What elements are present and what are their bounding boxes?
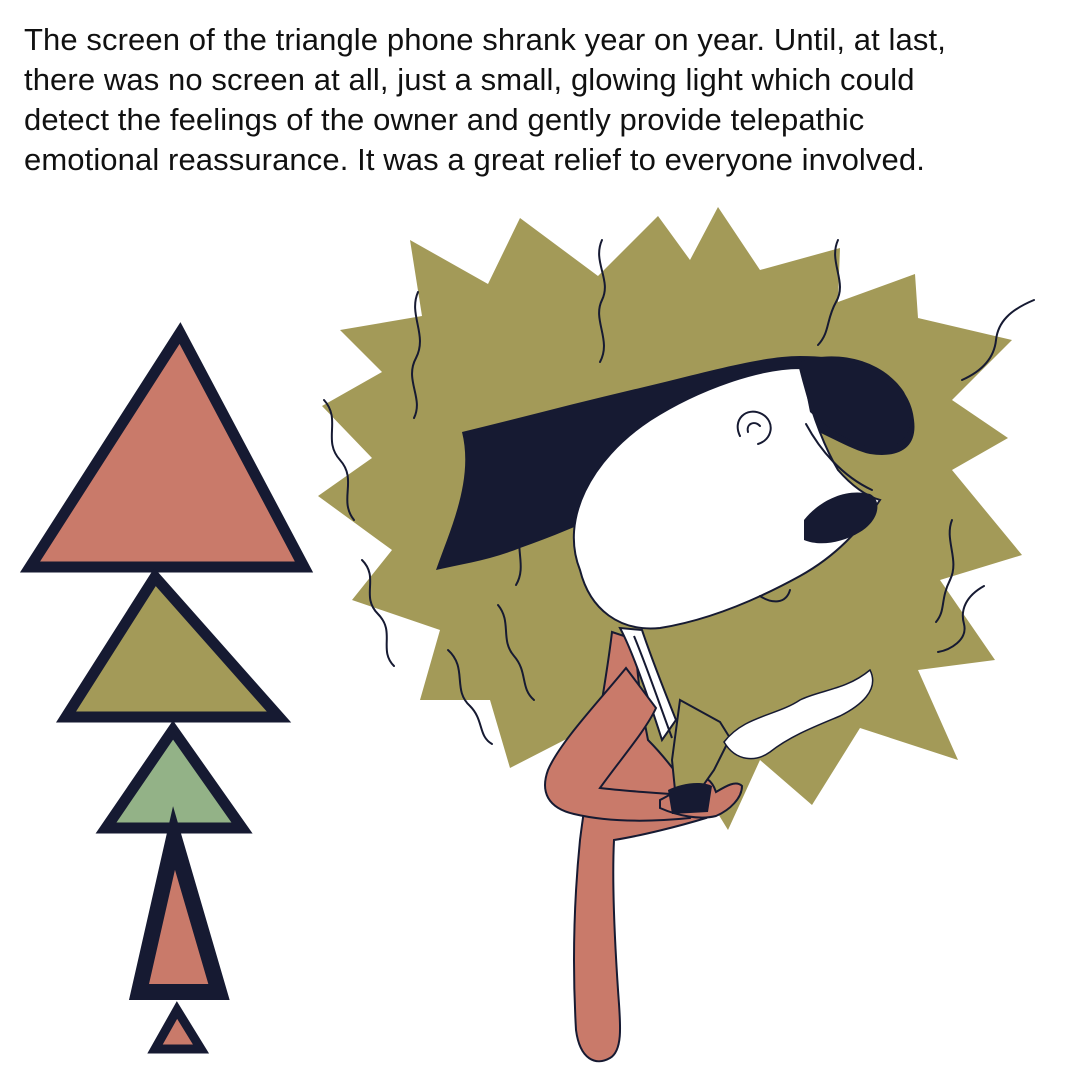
olive-triangle-phone [55,567,292,723]
triangle-phone-stack [19,322,314,1054]
large-terracotta-triangle-phone [19,322,314,573]
illustration [19,207,1035,1063]
narrow-terracotta-triangle-phone [128,806,230,1000]
tiny-triangle-phone [147,1001,210,1054]
phone-base [668,783,712,814]
